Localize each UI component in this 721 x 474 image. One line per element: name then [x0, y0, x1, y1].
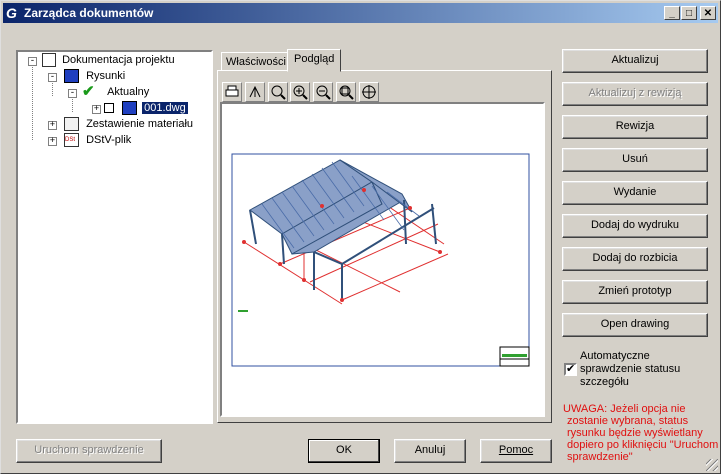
tree-label-drawings: Rysunki: [86, 70, 126, 82]
drawing-preview-image: [231, 153, 530, 367]
warning-line: UWAGA: Jeżeli opcja nie: [563, 403, 686, 415]
tree-label-file: 001.dwg: [142, 102, 188, 114]
zoom-extents-icon[interactable]: [336, 82, 356, 102]
cancel-button[interactable]: Anuluj: [394, 439, 466, 463]
zoom-out-icon[interactable]: [313, 82, 333, 102]
tree-label-materials: Zestawienie materiału: [86, 118, 194, 130]
tree-collapse-current[interactable]: -: [68, 89, 77, 98]
materials-list-icon: [64, 117, 79, 132]
tree-item-file[interactable]: 001.dwg: [104, 100, 188, 116]
tree-item-materials[interactable]: Zestawienie materiału: [64, 116, 193, 132]
tab-properties-label: Właściwości: [226, 56, 286, 68]
minimize-button[interactable]: _: [664, 6, 680, 20]
title-bar[interactable]: G Zarządca dokumentów _ □ ✕: [3, 3, 718, 23]
tree-item-root[interactable]: Dokumentacja projektu: [42, 52, 175, 68]
update-button[interactable]: Aktualizuj: [562, 49, 708, 73]
dwg-icon: [122, 101, 138, 116]
print-icon[interactable]: [222, 82, 242, 102]
tab-properties[interactable]: Właściwości: [221, 52, 291, 71]
tree-label-dstv: DStV-plik: [86, 134, 132, 146]
warning-line: sprawdzenie": [567, 451, 633, 463]
run-check-button[interactable]: Uruchom sprawdzenie: [16, 439, 162, 463]
drawing-preview[interactable]: [220, 102, 545, 417]
warning-line: rysunku będzie wyświetlany: [567, 427, 703, 439]
tab-preview-label: Podgląd: [294, 53, 335, 65]
issue-button[interactable]: Wydanie: [562, 181, 708, 205]
checkmark-icon: ✔: [82, 83, 95, 101]
add-to-split-button[interactable]: Dodaj do rozbicia: [562, 247, 708, 271]
auto-check-label-line: sprawdzenie statusu: [580, 363, 681, 375]
maximize-button[interactable]: □: [681, 6, 697, 20]
tree-item-dstv[interactable]: DSt DStV-plik: [64, 132, 131, 148]
auto-check-label: Automatyczne sprawdzenie statusu szczegó…: [580, 350, 680, 389]
pan-icon[interactable]: [245, 82, 265, 102]
tree-expand-dstv[interactable]: +: [48, 137, 57, 146]
zoom-all-icon[interactable]: [359, 82, 379, 102]
close-button[interactable]: ✕: [700, 6, 716, 20]
window-title: Zarządca dokumentów: [24, 6, 154, 20]
zoom-in-icon[interactable]: [290, 82, 310, 102]
delete-button[interactable]: Usuń: [562, 148, 708, 172]
tree-expand-materials[interactable]: +: [48, 121, 57, 130]
add-to-print-button[interactable]: Dodaj do wydruku: [562, 214, 708, 238]
tree-collapse-root[interactable]: -: [28, 57, 37, 66]
document-tree[interactable]: - Dokumentacja projektu - Rysunki - ✔ Ak…: [16, 50, 213, 424]
change-prototype-button[interactable]: Zmień prototyp: [562, 280, 708, 304]
tree-label-current: Aktualny: [107, 86, 150, 98]
drawing-icon: [64, 69, 79, 84]
revision-button[interactable]: Rewizja: [562, 115, 708, 139]
dstv-file-icon: DSt: [64, 133, 79, 148]
auto-check-checkbox[interactable]: ✔: [564, 363, 577, 376]
tab-preview[interactable]: Podgląd: [287, 49, 342, 72]
file-box-icon: [104, 103, 114, 114]
tree-expand-file[interactable]: +: [92, 105, 101, 114]
tree-label-root: Dokumentacja projektu: [62, 54, 175, 66]
tree-collapse-drawings[interactable]: -: [48, 73, 57, 82]
resize-grip-icon[interactable]: [706, 459, 718, 471]
documents-icon: [42, 53, 56, 68]
ok-button[interactable]: OK: [308, 439, 380, 463]
auto-check-label-line: Automatyczne: [580, 350, 650, 362]
app-logo-icon: G: [6, 5, 17, 21]
warning-text: UWAGA: Jeżeli opcja nie zostanie wybrana…: [563, 403, 718, 463]
zoom-window-icon[interactable]: [268, 82, 288, 102]
help-button[interactable]: Pomoc: [480, 439, 552, 463]
tree-item-drawings[interactable]: Rysunki: [64, 68, 125, 84]
update-revision-button[interactable]: Aktualizuj z rewizją: [562, 82, 708, 106]
open-drawing-button[interactable]: Open drawing: [562, 313, 708, 337]
document-manager-window: G Zarządca dokumentów _ □ ✕ - Dokumentac…: [0, 0, 721, 474]
warning-line: dopiero po kliknięciu "Uruchom: [567, 439, 719, 451]
warning-line: zostanie wybrana, status: [567, 415, 689, 427]
tree-item-current[interactable]: ✔ Aktualny: [82, 84, 149, 100]
auto-check-label-line: szczegółu: [580, 376, 629, 388]
